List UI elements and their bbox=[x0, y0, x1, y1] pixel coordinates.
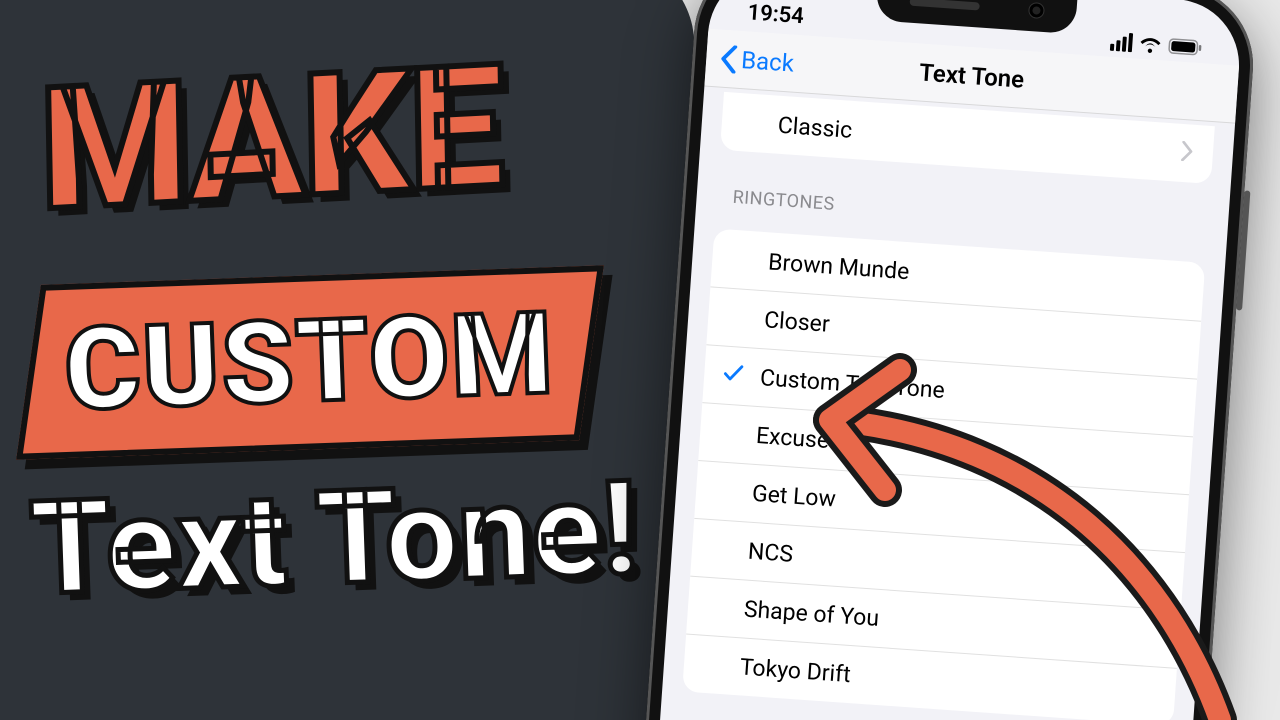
headline-make: MAKE bbox=[39, 45, 602, 227]
status-time: 19:54 bbox=[747, 0, 805, 29]
chevron-right-icon bbox=[1180, 139, 1194, 167]
chevron-left-icon bbox=[719, 44, 738, 73]
back-label: Back bbox=[740, 46, 795, 78]
headline-block: MAKE CUSTOM Text Tone! bbox=[40, 60, 600, 213]
ringtone-label: Brown Munde bbox=[767, 248, 910, 285]
ringtone-label: Custom Text Tone bbox=[759, 364, 945, 404]
headline-custom-plate: CUSTOM bbox=[16, 265, 604, 459]
wifi-icon bbox=[1138, 34, 1163, 54]
ringtone-label: Shape of You bbox=[743, 596, 880, 632]
ringtone-label: Closer bbox=[763, 306, 830, 338]
row-label: Classic bbox=[777, 111, 853, 143]
phone-screen: 19:54 Back Text Tone bbox=[637, 0, 1244, 720]
cellular-icon bbox=[1110, 32, 1133, 52]
ringtone-label: Excuses bbox=[755, 422, 842, 455]
page-title: Text Tone bbox=[918, 58, 1025, 93]
back-button[interactable]: Back bbox=[718, 30, 796, 92]
ringtones-card: Brown Munde Closer Custom Text Tone Excuses… bbox=[682, 229, 1205, 720]
ringtone-label: Get Low bbox=[751, 480, 837, 513]
battery-icon bbox=[1168, 37, 1203, 55]
checkmark-icon bbox=[721, 361, 745, 390]
settings-scroll[interactable]: Classic RINGTONES Brown MundeCloserCusto… bbox=[662, 90, 1235, 720]
phone-frame: 19:54 Back Text Tone bbox=[622, 0, 1259, 720]
headline-custom: CUSTOM bbox=[63, 287, 558, 438]
headline-texttone: Text Tone! bbox=[28, 469, 639, 607]
ringtone-label: Tokyo Drift bbox=[739, 653, 852, 688]
ringtone-label: NCS bbox=[747, 538, 794, 568]
